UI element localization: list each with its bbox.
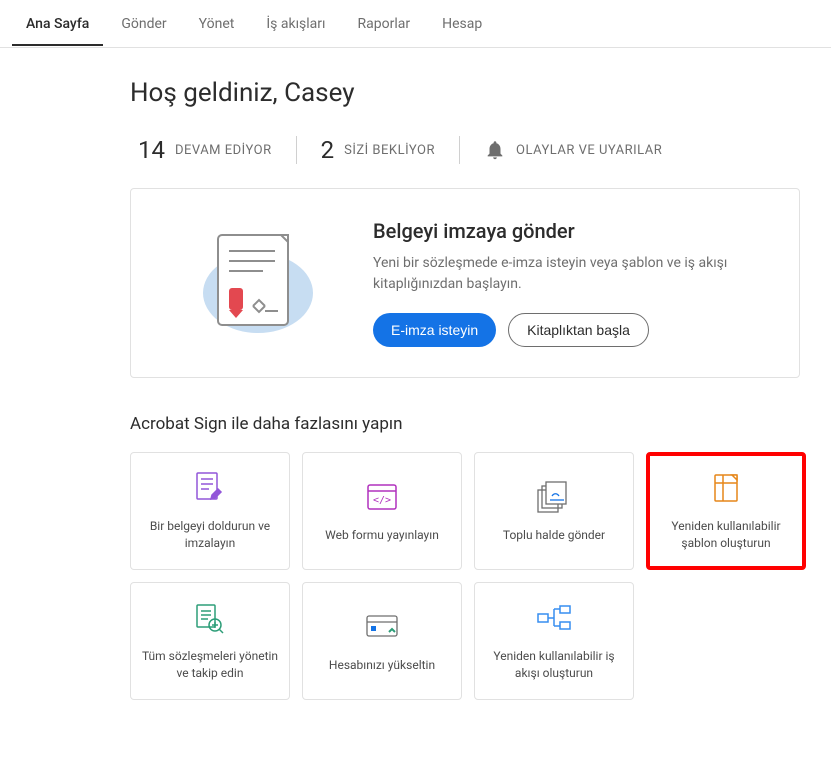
svg-text:</>: </>	[373, 495, 391, 506]
card-publish-web-form[interactable]: </> Web formu yayınlayın	[302, 452, 462, 570]
bell-icon	[484, 139, 506, 161]
card-label: Hesabınızı yükseltin	[329, 657, 435, 674]
tab-reports[interactable]: Raporlar	[344, 2, 425, 46]
card-label: Web formu yayınlayın	[325, 527, 439, 544]
stat-alerts-label: OLAYLAR VE UYARILAR	[516, 143, 662, 158]
manage-icon	[190, 600, 230, 636]
start-from-library-button[interactable]: Kitaplıktan başla	[508, 313, 649, 347]
stat-waiting-label: SİZİ BEKLİYOR	[344, 143, 435, 158]
tab-manage[interactable]: Yönet	[185, 2, 249, 46]
workflow-icon	[534, 600, 574, 636]
top-navigation: Ana Sayfa Gönder Yönet İş akışları Rapor…	[0, 0, 831, 48]
card-label: Toplu halde gönder	[503, 527, 605, 544]
section-title: Acrobat Sign ile daha fazlasını yapın	[130, 414, 800, 434]
document-illustration	[163, 223, 333, 343]
main-content: Hoş geldiniz, Casey 14 DEVAM EDİYOR 2 Sİ…	[0, 48, 800, 740]
stat-in-progress-count: 14	[138, 136, 165, 164]
request-esign-button[interactable]: E-imza isteyin	[373, 313, 496, 347]
upgrade-icon	[362, 609, 402, 645]
tab-home[interactable]: Ana Sayfa	[12, 2, 103, 46]
hero-text: Belgeyi imzaya gönder Yeni bir sözleşmed…	[373, 219, 767, 347]
hero-title: Belgeyi imzaya gönder	[373, 219, 767, 243]
stats-row: 14 DEVAM EDİYOR 2 SİZİ BEKLİYOR OLAYLAR …	[130, 136, 800, 164]
template-icon	[706, 470, 746, 506]
card-label: Tüm sözleşmeleri yönetin ve takip edin	[141, 648, 279, 682]
stat-alerts[interactable]: OLAYLAR VE UYARILAR	[460, 139, 686, 161]
card-upgrade-account[interactable]: Hesabınızı yükseltin	[302, 582, 462, 700]
tab-account[interactable]: Hesap	[428, 2, 496, 46]
card-label: Bir belgeyi doldurun ve imzalayın	[141, 518, 279, 552]
tab-workflows[interactable]: İş akışları	[252, 2, 339, 46]
card-create-template[interactable]: Yeniden kullanılabilir şablon oluşturun	[646, 452, 806, 570]
card-label: Yeniden kullanılabilir iş akışı oluşturu…	[485, 648, 623, 682]
fill-sign-icon	[190, 470, 230, 506]
page-title: Hoş geldiniz, Casey	[130, 78, 800, 108]
card-send-in-bulk[interactable]: Toplu halde gönder	[474, 452, 634, 570]
card-label: Yeniden kullanılabilir şablon oluşturun	[660, 518, 792, 552]
bulk-send-icon	[534, 479, 574, 515]
hero-description: Yeni bir sözleşmede e-imza isteyin veya …	[373, 253, 767, 295]
stat-waiting-count: 2	[321, 136, 335, 164]
stat-waiting[interactable]: 2 SİZİ BEKLİYOR	[297, 136, 459, 164]
card-create-workflow[interactable]: Yeniden kullanılabilir iş akışı oluşturu…	[474, 582, 634, 700]
card-fill-and-sign[interactable]: Bir belgeyi doldurun ve imzalayın	[130, 452, 290, 570]
card-grid: Bir belgeyi doldurun ve imzalayın </> We…	[130, 452, 800, 700]
hero-card: Belgeyi imzaya gönder Yeni bir sözleşmed…	[130, 188, 800, 378]
stat-in-progress[interactable]: 14 DEVAM EDİYOR	[130, 136, 296, 164]
stat-in-progress-label: DEVAM EDİYOR	[175, 143, 272, 158]
web-form-icon: </>	[362, 479, 402, 515]
card-manage-agreements[interactable]: Tüm sözleşmeleri yönetin ve takip edin	[130, 582, 290, 700]
tab-send[interactable]: Gönder	[107, 2, 180, 46]
